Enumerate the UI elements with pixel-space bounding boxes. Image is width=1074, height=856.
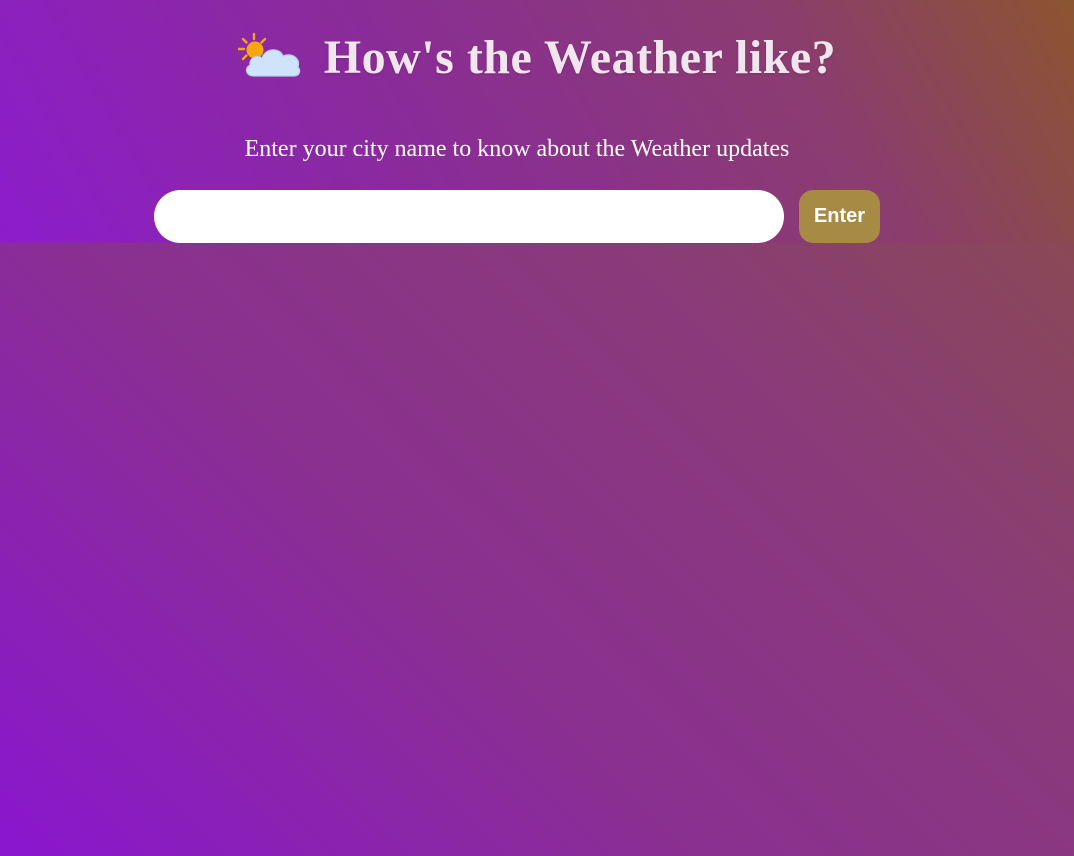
page-subtitle: Enter your city name to know about the W… — [244, 136, 790, 162]
page-title: How's the Weather like? — [323, 30, 837, 84]
enter-button[interactable]: Enter — [799, 190, 880, 243]
city-search-input[interactable] — [154, 190, 784, 243]
search-form: Enter — [154, 190, 880, 243]
title-row: How's the Weather like? — [0, 24, 1074, 90]
sun-behind-cloud-icon — [237, 32, 301, 77]
